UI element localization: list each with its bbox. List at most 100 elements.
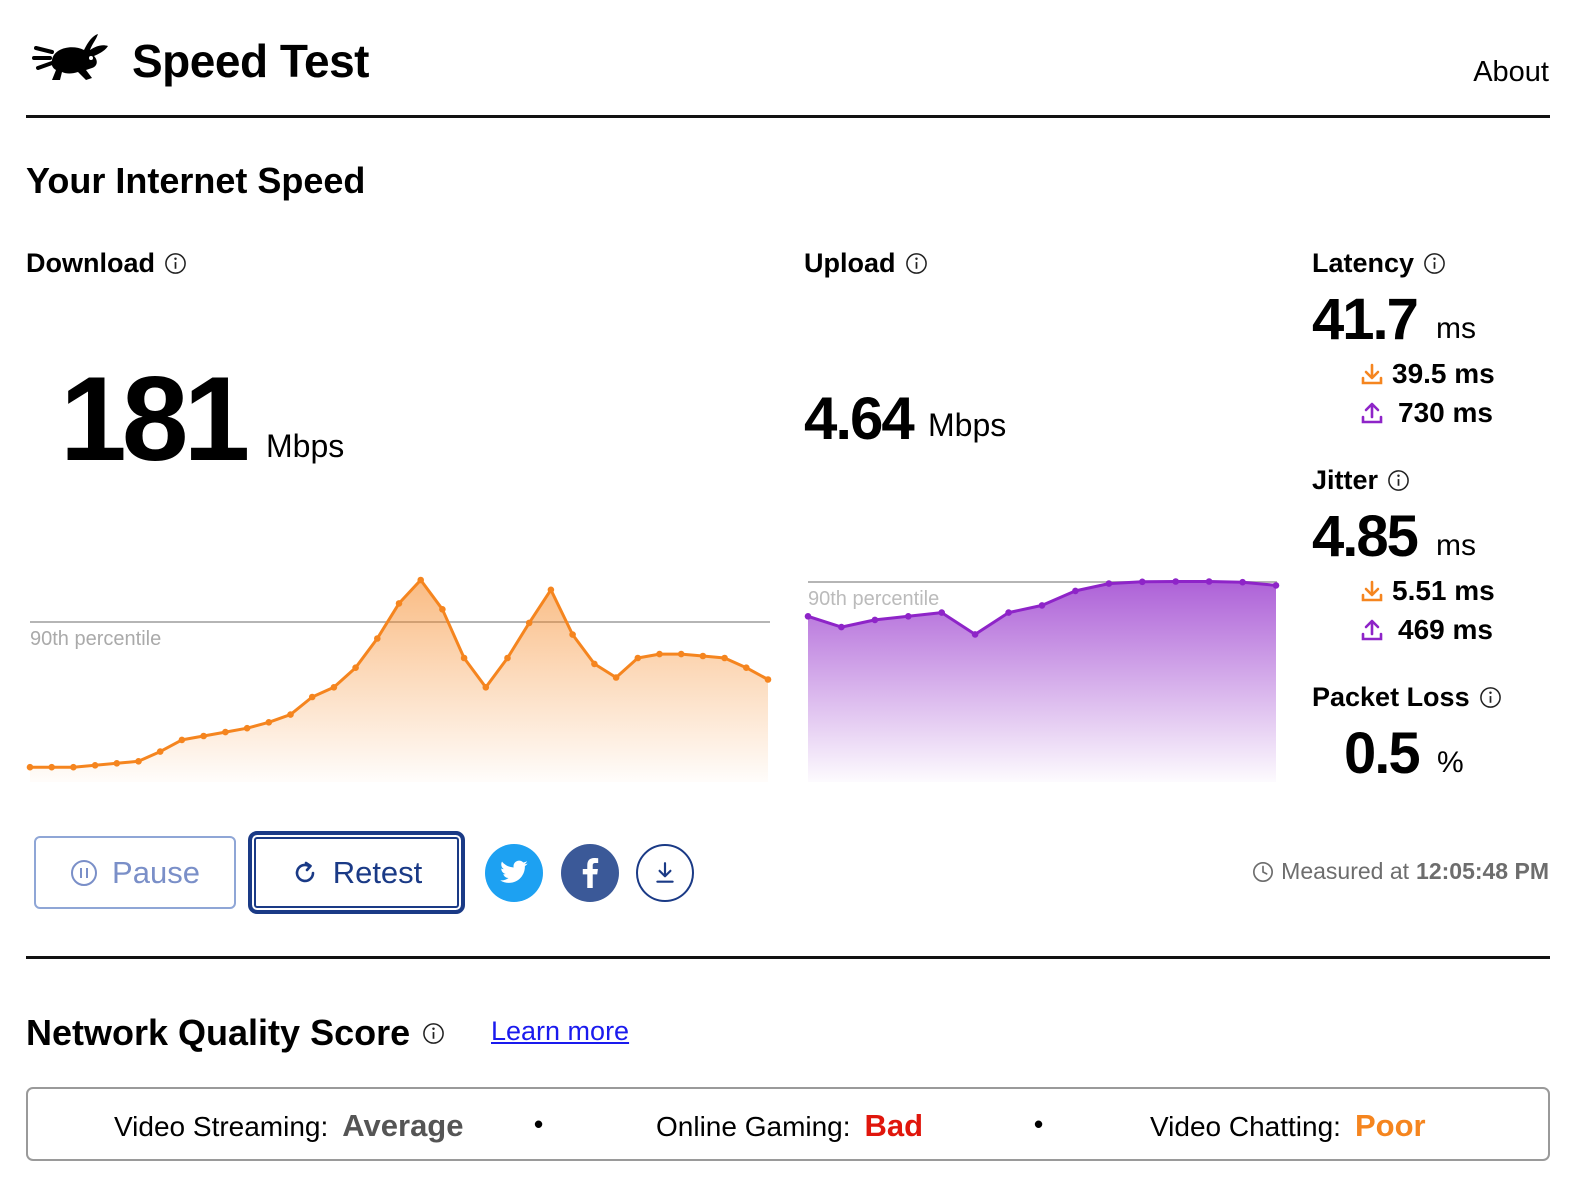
jitter-info-icon[interactable] <box>1387 469 1410 492</box>
upload-data-point <box>1139 578 1146 586</box>
download-label: Download <box>26 248 187 279</box>
upload-data-point <box>1005 609 1012 616</box>
score-label: Video Streaming: <box>114 1111 329 1142</box>
download-info-icon[interactable] <box>164 252 187 275</box>
upload-unit: Mbps <box>928 407 1007 443</box>
pause-button[interactable]: Pause <box>34 836 236 909</box>
download-data-point <box>26 763 34 771</box>
upload-area <box>808 581 1276 782</box>
upload-data-point <box>971 631 979 638</box>
download-icon <box>656 862 674 883</box>
score-separator: • <box>534 1109 544 1139</box>
score-separator: • <box>1034 1109 1044 1139</box>
packet-loss-unit: % <box>1437 746 1464 779</box>
download-data-point <box>308 693 316 701</box>
upload-data-point <box>871 616 879 624</box>
download-data-point <box>482 684 490 691</box>
download-data-point <box>612 674 620 681</box>
twitter-share-button[interactable] <box>485 844 543 902</box>
download-area <box>30 580 768 782</box>
download-data-point <box>743 664 750 671</box>
download-chart: 90th percentile <box>26 576 772 782</box>
download-data-point <box>374 635 381 642</box>
download-data-point <box>48 763 55 771</box>
upload-data-point <box>1105 580 1113 587</box>
upload-data-point <box>838 623 845 631</box>
download-data-point <box>330 684 338 691</box>
measured-time: 12:05:48 PM <box>1416 858 1549 884</box>
download-data-point <box>764 676 772 683</box>
upload-percentile-label: 90th percentile <box>808 588 939 610</box>
latency-download-row: 39.5 ms <box>1360 358 1495 390</box>
score-video-chatting: Video Chatting: Poor <box>1150 1108 1426 1144</box>
download-data-point <box>200 732 207 740</box>
upload-data-point <box>1038 602 1046 609</box>
jitter-label-text: Jitter <box>1312 465 1379 495</box>
download-data-point <box>634 654 642 662</box>
jitter-download-row: 5.51 ms <box>1360 575 1495 607</box>
latency-label-text: Latency <box>1312 248 1415 278</box>
upload-data-point <box>905 613 912 620</box>
latency-info-icon[interactable] <box>1423 252 1446 275</box>
download-data-point <box>395 600 403 607</box>
score-label: Video Chatting: <box>1150 1111 1341 1142</box>
jitter-upload-row: 469 ms <box>1360 614 1493 646</box>
latency-unit: ms <box>1436 312 1476 345</box>
latency-download-value: 39.5 ms <box>1392 358 1495 389</box>
learn-more-link[interactable]: Learn more <box>491 1016 629 1047</box>
facebook-share-button[interactable] <box>561 844 619 902</box>
download-data-point <box>504 654 511 662</box>
score-label: Online Gaming: <box>656 1111 851 1142</box>
upload-data-point <box>1172 578 1179 585</box>
upload-info-icon[interactable] <box>905 252 928 275</box>
download-label-text: Download <box>26 248 155 278</box>
measured-prefix: Measured at <box>1281 858 1410 884</box>
download-data-point <box>569 631 576 638</box>
latency-label: Latency <box>1312 248 1446 279</box>
network-quality-title: Network Quality Score <box>26 1012 445 1054</box>
download-arrow-icon <box>1361 363 1383 385</box>
download-data-point <box>591 660 598 668</box>
facebook-icon <box>582 858 599 888</box>
measured-at: Measured at 12:05:48 PM <box>1252 858 1549 885</box>
download-data-point <box>287 711 294 718</box>
jitter-unit: ms <box>1436 529 1476 562</box>
network-quality-info-icon[interactable] <box>422 1022 445 1045</box>
section-divider <box>26 956 1550 959</box>
upload-chart: 90th percentile <box>804 578 1280 782</box>
score-value: Bad <box>864 1108 924 1143</box>
section-title: Your Internet Speed <box>26 160 366 201</box>
score-online-gaming: Online Gaming: Bad <box>656 1108 923 1144</box>
score-video-streaming: Video Streaming: Average <box>114 1108 463 1144</box>
download-arrow-icon <box>1361 580 1383 602</box>
download-data-point <box>91 762 99 769</box>
network-quality-scores: Video Streaming: Average • Online Gaming… <box>26 1087 1550 1161</box>
upload-data-point <box>1205 578 1213 585</box>
download-data-point <box>352 664 359 671</box>
download-results-button[interactable] <box>636 844 694 902</box>
download-data-point <box>547 586 555 594</box>
download-data-point <box>721 654 728 662</box>
retest-button[interactable]: Retest <box>248 831 465 914</box>
about-link[interactable]: About <box>1473 56 1549 89</box>
score-value: Average <box>342 1108 464 1143</box>
download-data-point <box>113 760 121 767</box>
download-data-point <box>135 758 142 765</box>
network-quality-title-text: Network Quality Score <box>26 1012 411 1053</box>
retest-label: Retest <box>332 854 423 890</box>
jitter-upload-value: 469 ms <box>1398 614 1493 645</box>
clock-icon <box>1253 861 1274 882</box>
upload-data-point <box>1239 578 1246 586</box>
latency-upload-value: 730 ms <box>1398 397 1493 428</box>
app-title: Speed Test <box>132 35 370 87</box>
upload-data-point <box>938 609 945 616</box>
download-value: 181 <box>60 352 250 486</box>
packet-loss-label-text: Packet Loss <box>1312 682 1470 712</box>
upload-label-text: Upload <box>804 248 896 278</box>
download-data-point <box>70 763 77 771</box>
pause-icon <box>71 859 98 886</box>
upload-arrow-icon <box>1361 619 1383 641</box>
packet-loss-info-icon[interactable] <box>1479 686 1502 709</box>
upload-arrow-icon <box>1361 402 1383 424</box>
download-data-point <box>265 719 273 726</box>
